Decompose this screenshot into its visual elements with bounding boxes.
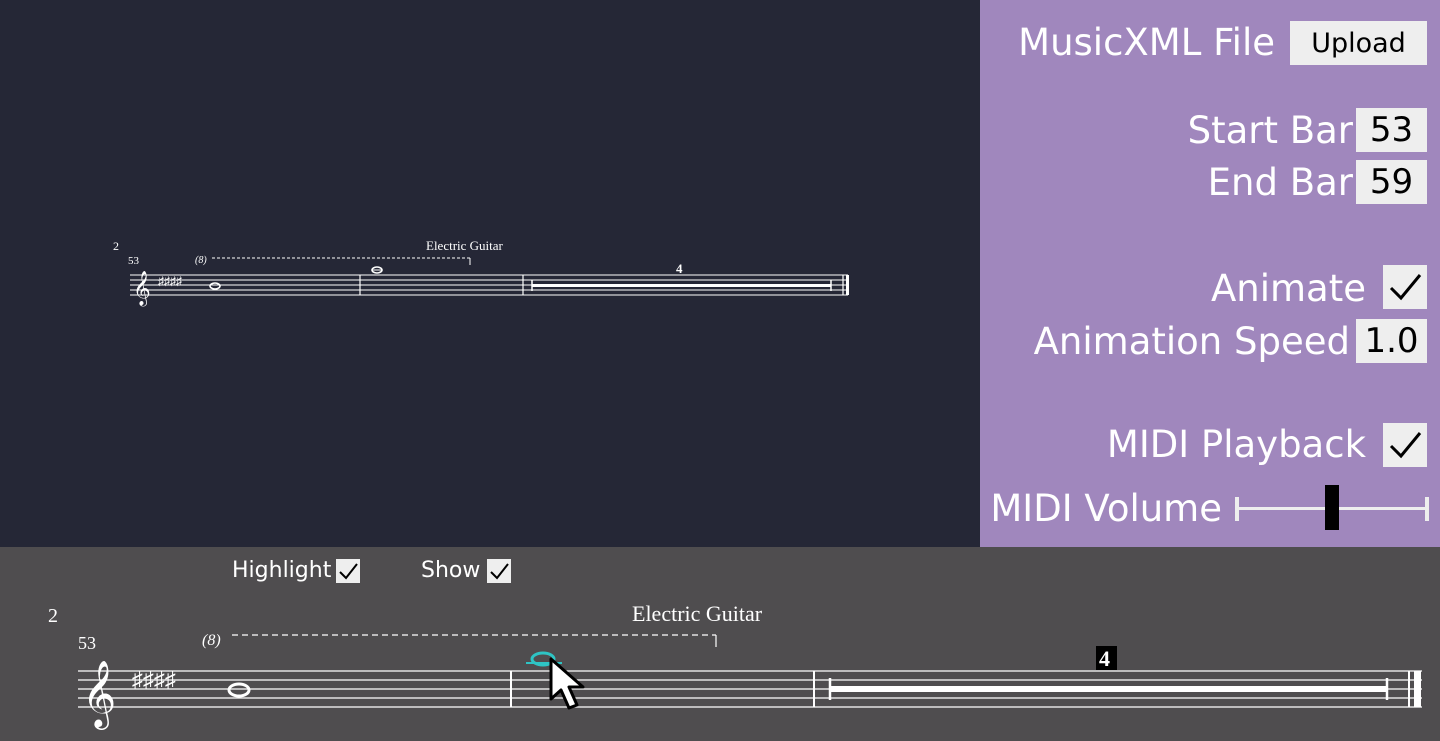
midi-playback-checkbox[interactable]	[1383, 423, 1427, 467]
score-preview-pane: 2 53 Electric Guitar (8) 𝄞 ♯♯♯♯ 4	[0, 0, 980, 547]
animate-checkbox[interactable]	[1383, 265, 1427, 309]
start-bar-input[interactable]: 53	[1356, 108, 1427, 152]
checkmark-icon	[1389, 432, 1422, 459]
measure-number: 53	[128, 255, 140, 267]
measure-number: 53	[78, 633, 96, 653]
slider-cap-right	[1425, 497, 1429, 521]
multirest-count: 4	[676, 261, 683, 276]
checkmark-icon	[1389, 274, 1422, 301]
midi-volume-slider[interactable]	[1235, 485, 1429, 530]
start-bar-label: Start Bar	[1187, 109, 1353, 152]
instrument-name: Electric Guitar	[632, 601, 763, 626]
end-bar-input[interactable]: 59	[1356, 160, 1427, 204]
midi-playback-label: MIDI Playback	[1106, 423, 1366, 466]
animation-speed-input[interactable]: 1.0	[1356, 319, 1427, 363]
key-signature-sharps: ♯♯♯♯	[158, 274, 182, 288]
final-barline-thick	[1414, 671, 1421, 707]
upload-button[interactable]: Upload	[1290, 21, 1427, 65]
system-number: 2	[48, 605, 58, 627]
instrument-name: Electric Guitar	[426, 238, 504, 253]
score-highlight-pane: Highlight Show 2 53 Electric Guitar (8) …	[0, 547, 1440, 741]
multirest-count: 4	[1099, 646, 1110, 671]
animate-label: Animate	[1210, 267, 1366, 310]
musicxml-label: MusicXML File	[1018, 21, 1275, 64]
multirest-bar	[830, 686, 1387, 692]
score-large: 2 53 Electric Guitar (8) 𝄞 ♯♯♯♯ 4	[48, 601, 1422, 730]
whole-note	[227, 682, 251, 698]
score-preview: 2 53 Electric Guitar (8) 𝄞 ♯♯♯♯ 4	[113, 238, 849, 307]
end-bar-label: End Bar	[1207, 161, 1353, 204]
slider-thumb[interactable]	[1325, 485, 1339, 530]
settings-panel: MusicXML File Upload Start Bar 53 End Ba…	[980, 0, 1440, 547]
final-barline-thick	[846, 275, 849, 295]
ottava-marking: (8)	[202, 632, 221, 649]
slider-cap-left	[1235, 497, 1239, 521]
ottava-marking: (8)	[195, 255, 207, 266]
key-signature-sharps: ♯♯♯♯	[132, 667, 176, 692]
whole-note	[209, 282, 221, 290]
treble-clef-icon: 𝄞	[82, 661, 116, 730]
mouse-cursor-icon	[549, 657, 585, 710]
midi-volume-label: MIDI Volume	[990, 487, 1222, 530]
system-number: 2	[113, 239, 119, 253]
multirest-bar	[532, 284, 831, 287]
treble-clef-icon: 𝄞	[133, 271, 151, 307]
animation-speed-label: Animation Speed	[1033, 320, 1350, 363]
